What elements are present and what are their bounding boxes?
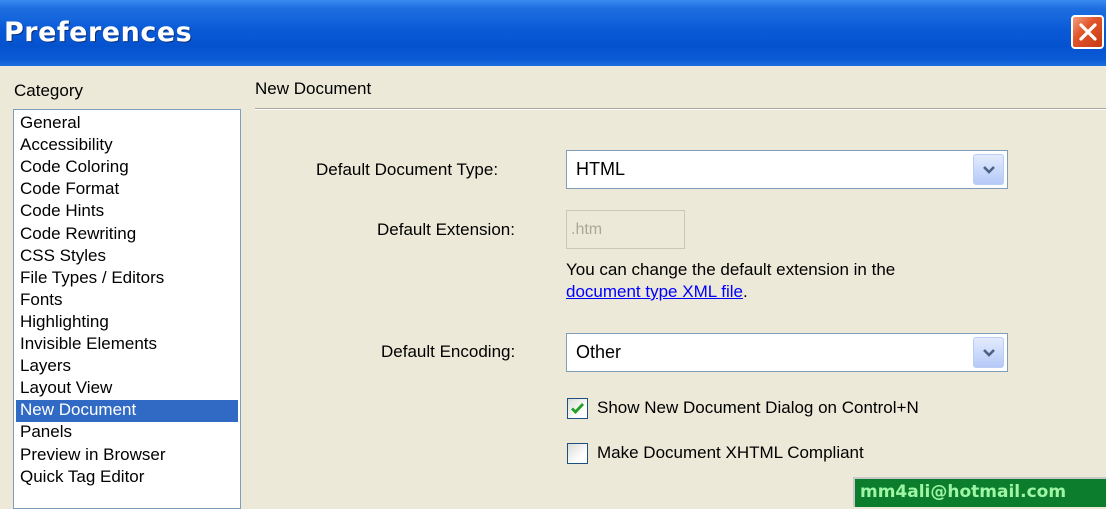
category-header: Category bbox=[14, 81, 83, 100]
default-encoding-value: Other bbox=[576, 342, 622, 362]
category-item[interactable]: Panels bbox=[16, 422, 238, 444]
default-document-type-label: Default Document Type: bbox=[316, 160, 499, 179]
hint-period: . bbox=[743, 282, 748, 301]
category-item[interactable]: Code Hints bbox=[16, 201, 238, 223]
default-extension-input[interactable] bbox=[567, 211, 684, 248]
show-new-document-dialog-label: Show New Document Dialog on Control+N bbox=[597, 398, 919, 417]
xhtml-compliant-label: Make Document XHTML Compliant bbox=[597, 443, 864, 462]
category-item[interactable]: Code Coloring bbox=[16, 157, 238, 179]
default-extension-label: Default Extension: bbox=[377, 220, 515, 239]
dropdown-button[interactable] bbox=[973, 154, 1004, 185]
close-icon bbox=[1079, 23, 1097, 41]
section-divider bbox=[255, 108, 1106, 110]
default-encoding-label: Default Encoding: bbox=[381, 342, 516, 361]
default-document-type-select[interactable]: HTML bbox=[566, 150, 1008, 189]
watermark: mm4ali@hotmail.com bbox=[853, 477, 1106, 507]
default-encoding-select[interactable]: Other bbox=[566, 333, 1008, 372]
category-item[interactable]: File Types / Editors bbox=[16, 268, 238, 290]
show-new-document-dialog-option[interactable]: Show New Document Dialog on Control+N bbox=[567, 397, 1017, 421]
category-item[interactable]: New Document bbox=[16, 400, 238, 423]
show-new-document-dialog-checkbox[interactable] bbox=[567, 398, 588, 419]
default-document-type-value: HTML bbox=[576, 159, 625, 179]
category-item[interactable]: Fonts bbox=[16, 290, 238, 312]
category-item[interactable]: Code Rewriting bbox=[16, 224, 238, 246]
category-item[interactable]: Layout View bbox=[16, 378, 238, 400]
title-bar[interactable]: Preferences bbox=[0, 0, 1106, 66]
category-item[interactable]: Quick Tag Editor bbox=[16, 467, 238, 489]
chevron-down-icon bbox=[983, 349, 995, 357]
chevron-down-icon bbox=[983, 166, 995, 174]
category-item[interactable]: Code Format bbox=[16, 179, 238, 201]
document-type-xml-link[interactable]: document type XML file bbox=[566, 282, 743, 301]
watermark-text: mm4ali@hotmail.com bbox=[860, 482, 1067, 502]
category-item[interactable]: Invisible Elements bbox=[16, 334, 238, 356]
window-title: Preferences bbox=[4, 17, 193, 48]
category-item[interactable]: CSS Styles bbox=[16, 246, 238, 268]
category-item[interactable]: Preview in Browser bbox=[16, 445, 238, 467]
dropdown-button[interactable] bbox=[973, 337, 1004, 368]
category-item[interactable]: Highlighting bbox=[16, 312, 238, 334]
close-button[interactable] bbox=[1071, 15, 1104, 49]
default-extension-field[interactable] bbox=[566, 210, 685, 249]
category-item[interactable]: Layers bbox=[16, 356, 238, 378]
xhtml-compliant-checkbox[interactable] bbox=[567, 443, 588, 464]
panel-title: New Document bbox=[255, 79, 372, 98]
checkmark-icon bbox=[571, 403, 585, 415]
extension-hint: You can change the default extension in … bbox=[566, 259, 895, 303]
xhtml-compliant-option[interactable]: Make Document XHTML Compliant bbox=[567, 442, 1017, 466]
category-item[interactable]: General bbox=[16, 113, 238, 135]
category-list[interactable]: General Accessibility Code Coloring Code Fo… bbox=[13, 109, 241, 509]
category-item[interactable]: Accessibility bbox=[16, 135, 238, 157]
hint-text: You can change the default extension in … bbox=[566, 260, 896, 279]
